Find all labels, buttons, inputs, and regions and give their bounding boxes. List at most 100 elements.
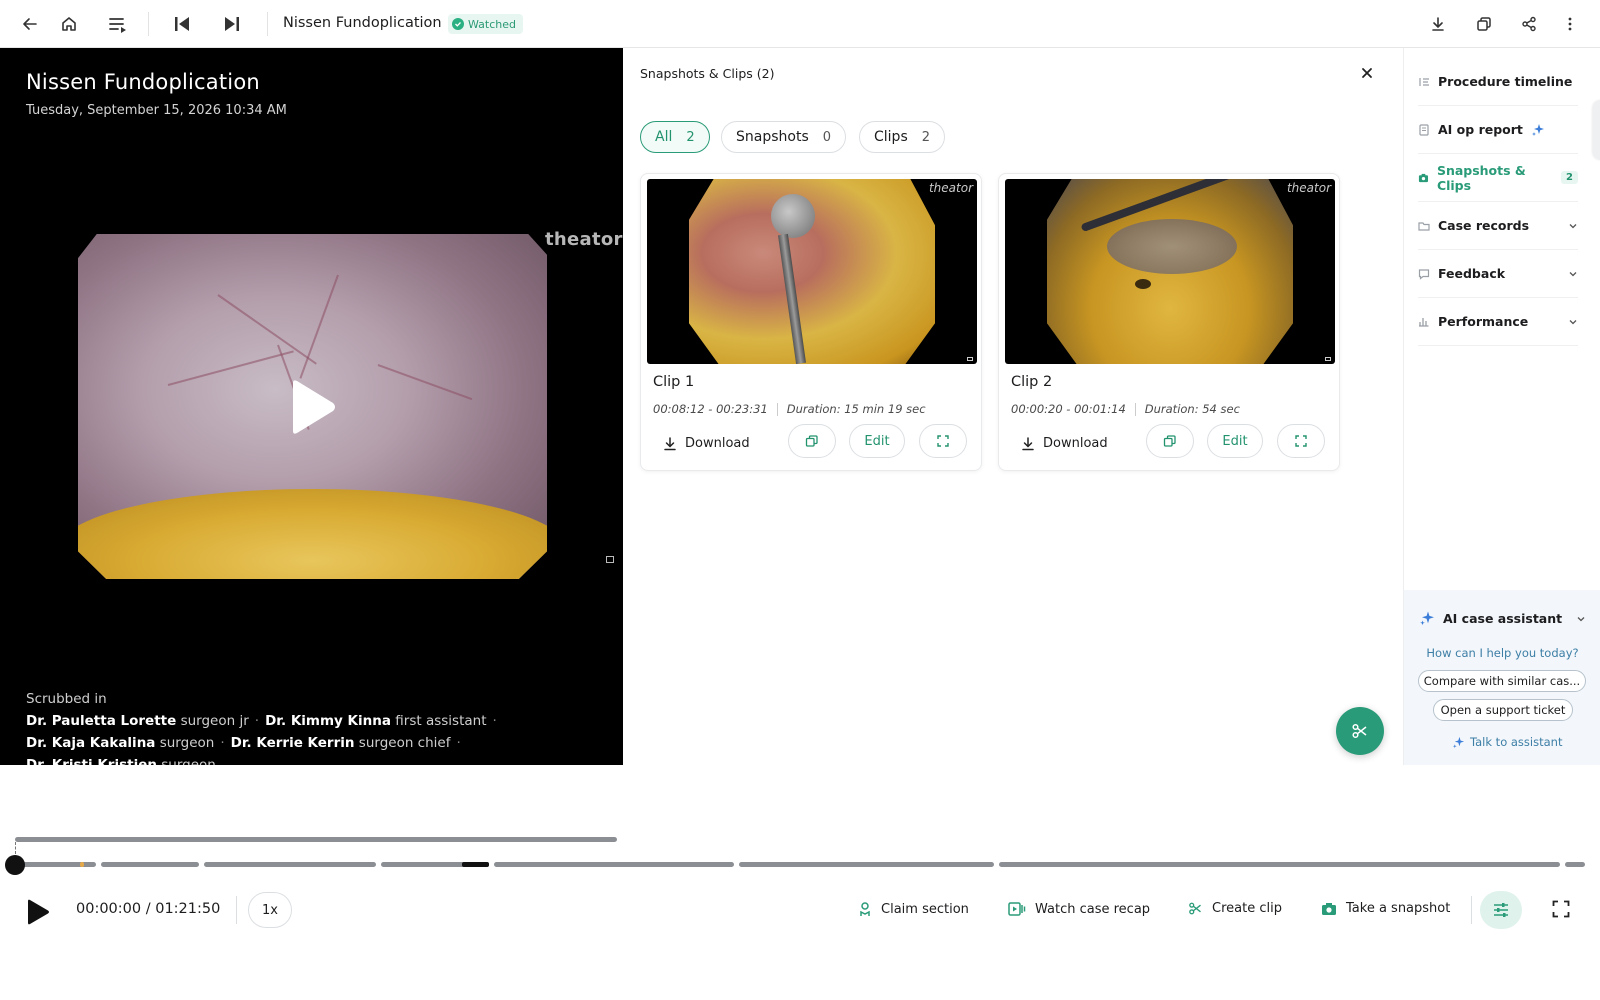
sidebar-item-procedure-timeline[interactable]: Procedure timeline	[1418, 58, 1578, 106]
report-icon	[1419, 123, 1429, 136]
clip-thumbnail[interactable]: theator	[647, 179, 977, 364]
person-name: Dr. Pauletta Lorette	[26, 713, 177, 729]
copy-clip-button[interactable]	[1146, 424, 1194, 458]
more-button[interactable]	[1556, 10, 1584, 38]
talk-to-assistant-button[interactable]: Talk to assistant	[1452, 735, 1562, 749]
person-role: surgeon	[159, 735, 215, 751]
sidebar-item-feedback[interactable]: Feedback	[1418, 250, 1578, 298]
download-clip-button[interactable]: Download	[1021, 436, 1108, 451]
next-button[interactable]	[218, 10, 246, 38]
clip-duration: Duration: 54 sec	[1144, 402, 1240, 416]
create-clip-fab[interactable]	[1336, 707, 1384, 755]
suggestion-support-ticket-button[interactable]: Open a support ticket	[1433, 699, 1573, 721]
expand-icon	[1295, 435, 1307, 447]
watched-badge: Watched	[448, 14, 523, 34]
sidebar-item-ai-op-report[interactable]: AI op report	[1418, 106, 1578, 154]
play-icon	[28, 899, 49, 925]
sidebar-item-label: Performance	[1438, 314, 1529, 329]
home-button[interactable]	[55, 10, 83, 38]
action-label: Create clip	[1212, 901, 1282, 916]
chevron-down-icon[interactable]	[1576, 614, 1586, 624]
filter-label: Clips	[874, 129, 908, 145]
sidebar-collapse-handle[interactable]	[1593, 100, 1600, 160]
previous-icon	[175, 17, 189, 31]
copy-button[interactable]	[1470, 10, 1498, 38]
play-icon	[293, 380, 335, 434]
person-role: surgeon chief	[358, 735, 451, 751]
play-overlay-button[interactable]	[289, 379, 337, 435]
filter-clips[interactable]: Clips 2	[859, 121, 946, 153]
video-player[interactable]: Nissen Fundoplication Tuesday, September…	[0, 48, 623, 773]
bookmark-marker[interactable]	[80, 862, 84, 867]
person-role: first assistant	[395, 713, 487, 729]
timeline-segment[interactable]	[739, 862, 994, 867]
video-title: Nissen Fundoplication	[26, 70, 260, 94]
download-button[interactable]	[1424, 10, 1452, 38]
claim-section-button[interactable]: Claim section	[858, 901, 969, 917]
camera-icon	[1418, 173, 1429, 182]
action-label: Watch case recap	[1035, 901, 1151, 917]
sidebar-item-label: AI op report	[1438, 122, 1523, 137]
snapshots-clips-panel: Snapshots & Clips (2) All 2 Snapshots 0 Cl…	[623, 48, 1403, 765]
more-icon	[1568, 17, 1572, 31]
copy-clip-button[interactable]	[788, 424, 836, 458]
clip-range: 00:00:20 - 00:01:14	[1011, 402, 1126, 416]
playlist-icon	[109, 18, 126, 33]
previous-button[interactable]	[168, 10, 196, 38]
next-icon	[225, 17, 239, 31]
suggestion-compare-button[interactable]: Compare with similar cas...	[1418, 670, 1586, 692]
timeline-segment[interactable]	[101, 862, 199, 867]
playback-speed-button[interactable]: 1x	[248, 892, 292, 928]
settings-toggle-button[interactable]	[1480, 891, 1522, 929]
edit-clip-button[interactable]: Edit	[1207, 424, 1263, 458]
timeline-segment[interactable]	[494, 862, 734, 867]
timeline-segment[interactable]	[999, 862, 1560, 867]
section-range-bar[interactable]	[15, 837, 617, 842]
watched-label: Watched	[468, 17, 516, 31]
sidebar-item-performance[interactable]: Performance	[1418, 298, 1578, 346]
expand-clip-button[interactable]	[1277, 424, 1325, 458]
sidebar-item-label: Snapshots & Clips	[1436, 162, 1526, 193]
watch-case-recap-button[interactable]: Watch case recap	[1008, 901, 1150, 917]
person-name: Dr. Kaja Kakalina	[26, 735, 156, 751]
expand-clip-button[interactable]	[919, 424, 967, 458]
copy-icon	[1163, 435, 1176, 447]
clip-thumbnail[interactable]: theator	[1005, 179, 1335, 364]
folder-icon	[1418, 221, 1430, 231]
sidebar-item-snapshots-clips[interactable]: Snapshots & Clips 2	[1418, 154, 1578, 202]
filter-all[interactable]: All 2	[640, 121, 710, 153]
recap-video-icon	[1008, 902, 1026, 916]
close-panel-button[interactable]	[1358, 64, 1376, 82]
play-button[interactable]	[26, 899, 50, 925]
take-snapshot-button[interactable]: Take a snapshot	[1321, 901, 1450, 916]
share-button[interactable]	[1515, 10, 1543, 38]
time-display: 00:00:00 / 01:21:50	[76, 901, 221, 917]
person-name: Dr. Kerrie Kerrin	[230, 735, 355, 751]
back-button[interactable]	[16, 10, 44, 38]
timeline-segment[interactable]	[1565, 862, 1585, 867]
ai-case-assistant: AI case assistant How can I help you tod…	[1404, 590, 1600, 765]
divider	[148, 12, 149, 36]
pip-icon[interactable]	[606, 556, 614, 563]
sidebar-item-label: Procedure timeline	[1438, 74, 1573, 89]
sparkle-icon	[1452, 736, 1465, 748]
playlist-button[interactable]	[104, 10, 132, 38]
scrubbed-in-line: Dr. Pauletta Lorette surgeon jr · Dr. Kimm…	[26, 713, 497, 729]
filter-snapshots[interactable]: Snapshots 0	[721, 121, 847, 153]
fullscreen-button[interactable]	[1552, 900, 1570, 918]
sidebar-item-case-records[interactable]: Case records	[1418, 202, 1578, 250]
clip-name: Clip 2	[1011, 374, 1053, 390]
ai-assistant-header[interactable]: AI case assistant	[1419, 610, 1562, 626]
home-icon	[62, 17, 76, 31]
close-icon	[1362, 68, 1372, 78]
download-label: Download	[685, 436, 750, 451]
download-clip-button[interactable]: Download	[663, 436, 750, 451]
case-title: Nissen Fundoplication	[283, 15, 442, 31]
playhead-handle[interactable]	[5, 855, 25, 875]
person-pin-icon	[860, 902, 870, 916]
theator-watermark: theator	[545, 229, 623, 250]
edit-clip-button[interactable]: Edit	[849, 424, 905, 458]
create-clip-button[interactable]: Create clip	[1188, 901, 1282, 916]
timeline-segment[interactable]	[204, 862, 376, 867]
clip-marker[interactable]	[462, 862, 489, 867]
